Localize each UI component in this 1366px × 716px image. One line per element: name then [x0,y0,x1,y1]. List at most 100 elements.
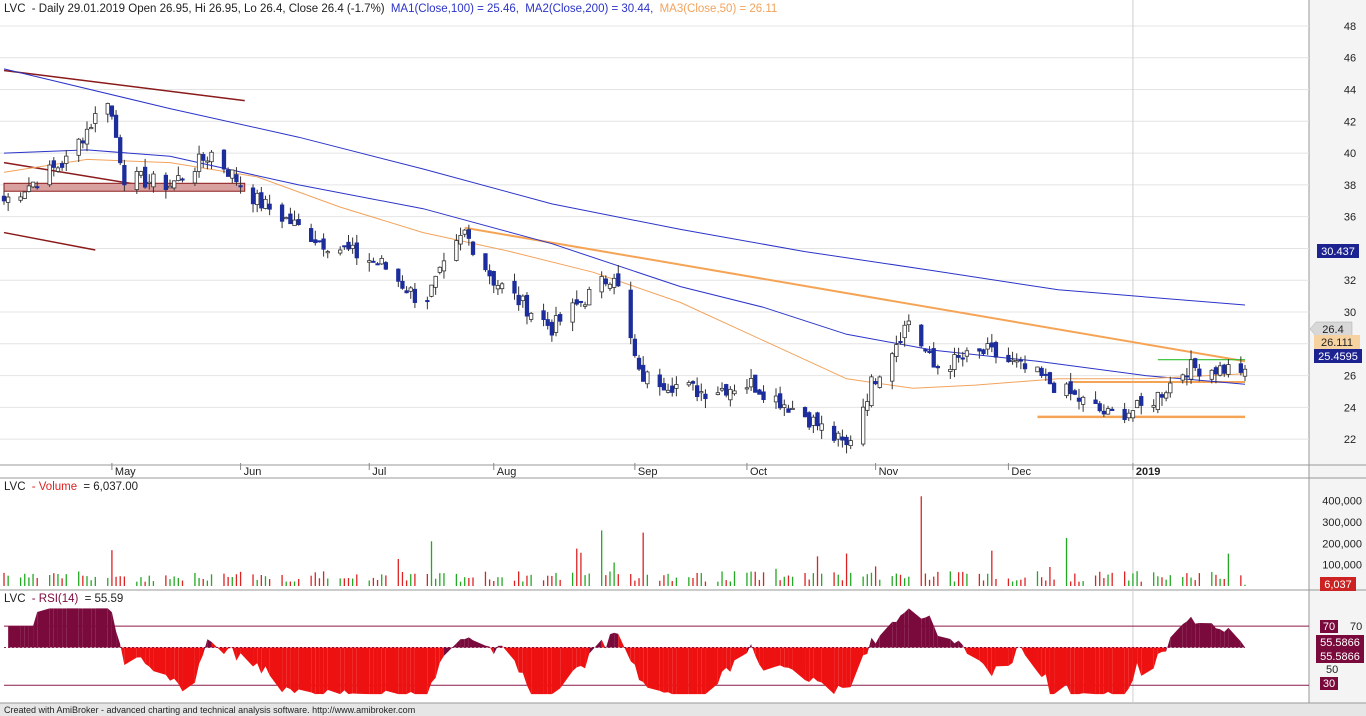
candle-body [18,196,23,201]
candle-body [744,387,750,390]
rsi-area-segment [1182,621,1187,648]
candle-body [628,289,633,339]
rsi-area-segment [91,608,96,648]
rsi-area-segment [805,647,810,683]
candle-body [1022,363,1028,370]
candle-body [977,348,982,352]
rsi-area-segment [531,647,544,695]
candle-body [296,219,301,225]
candle-body [142,166,148,188]
candle-body [748,378,754,388]
rsi-area-segment [352,647,357,694]
price-tick-label: 48 [1344,21,1356,33]
candle-body [636,357,642,370]
candle-body [778,393,783,409]
rsi-area-segment [784,647,789,668]
candle-body [1151,405,1156,408]
candle-body [1018,359,1024,362]
candle-body [948,368,953,372]
rsi-area-segment [57,608,63,648]
candle-body [288,213,293,225]
candle-body [1097,403,1102,412]
candle-body [549,321,555,336]
candle-body [221,149,227,170]
candle-body [196,153,202,172]
price-tag-ma50: 26.111 [1314,335,1360,349]
candle-body [433,275,438,288]
price-tag-ma200: 30.437 [1317,244,1359,258]
candle-body [782,404,787,408]
candle-body [138,171,144,176]
candle-body [118,137,123,164]
candle-body [454,240,459,261]
x-tick-label: Jul [372,466,386,478]
candle-body [927,350,932,353]
rsi-label-value-text-2: 55.5866 [1320,651,1360,663]
rsi-area-segment [1041,647,1046,678]
volume-tick-label: 100,000 [1322,560,1362,572]
candle-body [205,160,210,163]
candle-body [516,294,521,306]
candle-body [587,289,592,306]
rsi-area-segment [323,647,328,695]
candle-body [404,290,409,294]
x-tick-label: 2019 [1136,466,1160,478]
candle-body [993,342,999,358]
candle-body [1126,412,1131,419]
title-ma3: MA3(Close,50) = 26.11 [660,3,778,15]
candle-body [690,381,696,384]
price-tick-label: 38 [1344,180,1356,192]
candle-body [1222,364,1227,374]
price-tick-label: 36 [1344,212,1356,224]
rsi-area-segment [551,647,557,695]
rsi-area-segment [892,621,897,648]
candle-body [76,138,81,156]
candle-body [694,385,700,398]
rsi-area-segment [174,647,179,684]
candle-body [1043,373,1048,376]
candle-body [163,174,169,190]
rsi-area-segment [722,647,727,672]
rsi-area-segment [659,647,664,693]
rsi-area-segment [95,608,108,648]
rsi-area-segment [1199,622,1212,648]
rsi-area-segment [348,647,353,695]
rsi-area-segment [406,647,411,695]
candle-body [935,366,941,369]
candle-body [807,412,812,428]
chart-canvas[interactable]: MayJunJulAugSepOctNovDec2019 22242628303… [0,0,1366,716]
rsi-area-segment [87,608,92,648]
rsi-area-segment [775,647,781,667]
candle-body [1164,392,1169,399]
price-tag-ma50-text: 26.111 [1321,337,1353,349]
candle-body [279,204,285,222]
candle-body [1159,394,1165,398]
rsi-area-segment [1195,622,1200,648]
rsi-area-segment [294,647,299,694]
candle-body [59,163,65,168]
x-tick-label: Nov [879,466,899,478]
candle-body [350,244,355,249]
candle-body [919,324,924,347]
rsi-area-segment [315,647,320,695]
candle-body [80,140,85,144]
candle-body [869,376,874,407]
candle-body [325,251,330,254]
candle-body [201,154,206,161]
candle-body [151,173,156,188]
rsi-area-segment [385,647,399,695]
rsi-area-segment [921,617,926,648]
candle-body [1039,367,1044,377]
rsi-title-name: - RSI(14) [32,593,79,605]
price-tag-close: 26.4 [1309,321,1353,337]
candle-body [574,299,579,305]
candle-body [1139,396,1144,406]
candle-body [848,440,853,446]
rsi-area-segment [1103,647,1109,695]
candle-body [831,425,837,441]
rsi-area-segment [369,647,374,695]
candle-body [6,196,11,203]
rsi-area-segment [925,615,930,648]
candle-body [317,240,322,243]
rsi-area-segment [62,608,67,648]
